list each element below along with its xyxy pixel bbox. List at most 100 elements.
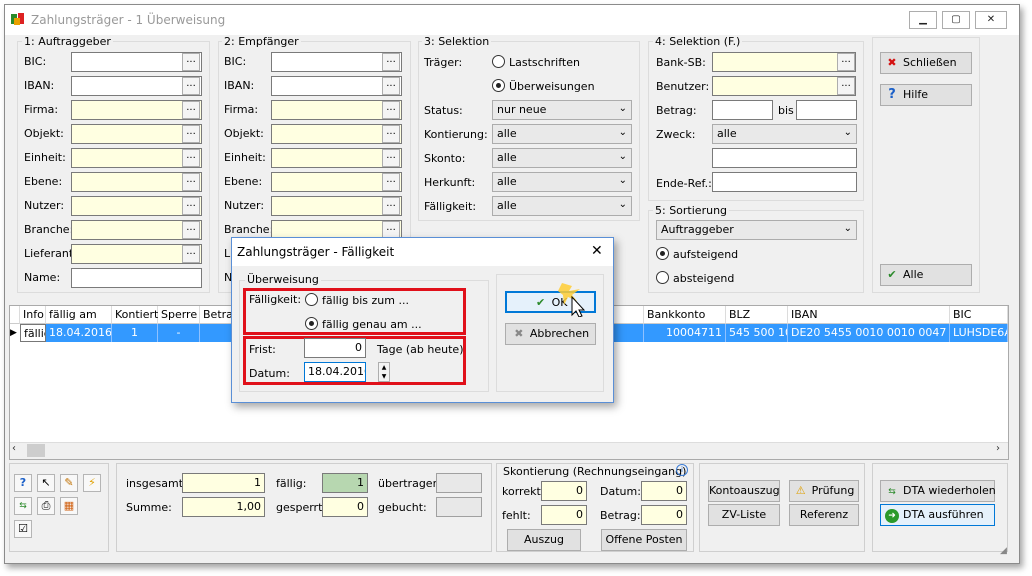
bank-sb-lookup-button[interactable]: ... — [837, 53, 855, 71]
table-cell-betrag[interactable] — [200, 324, 232, 342]
dta-wiederholen-button[interactable]: ⇆ DTA wiederholen — [880, 480, 996, 502]
lightning-icon[interactable]: ⚡ — [83, 474, 101, 492]
frist-input[interactable]: 0 — [304, 338, 366, 358]
empfaenger-ebene-lookup-button[interactable]: ... — [382, 173, 400, 191]
auftraggeber-einheit-lookup-button[interactable]: ... — [182, 149, 200, 167]
cancel-icon: ✖ — [514, 327, 524, 340]
bank-sb-input[interactable] — [712, 52, 856, 72]
auftraggeber-lieferant-lookup-button[interactable]: ... — [182, 245, 200, 263]
zweck-select[interactable]: alle ⌄ — [712, 124, 857, 144]
table-header-blz[interactable]: BLZ — [726, 306, 788, 324]
skonto-select[interactable]: alle ⌄ — [492, 148, 632, 168]
skontierung-title: Skontierung (Rechnungseingang) — [503, 465, 687, 478]
grid-icon[interactable]: ▦ — [60, 497, 78, 515]
zweck-text-input[interactable] — [712, 148, 857, 168]
radio-lastschriften[interactable] — [492, 55, 505, 68]
abbrechen-button[interactable]: ✖ Abbrechen — [505, 323, 596, 345]
resize-grip-icon[interactable]: ◢ — [1000, 546, 1007, 556]
table-cell-bankkonto[interactable]: 10004711 — [644, 324, 726, 342]
radio-lastschriften-label: Lastschriften — [509, 56, 580, 69]
auftraggeber-bic-label: BIC: — [24, 55, 47, 68]
benutzer-lookup-button[interactable]: ... — [837, 77, 855, 95]
kontierung-select[interactable]: alle ⌄ — [492, 124, 632, 144]
help-icon[interactable]: ? — [14, 474, 32, 492]
auftraggeber-bic-lookup-button[interactable]: ... — [182, 53, 200, 71]
sortierung-select[interactable]: Auftraggeber ⌄ — [656, 220, 857, 240]
radio-faellig-bis[interactable] — [305, 293, 318, 306]
maximize-button[interactable]: ▢ — [942, 11, 970, 29]
refresh-arrows-icon[interactable]: ⇆ — [14, 497, 32, 515]
close-window-button[interactable]: ✕ — [975, 11, 1007, 29]
table-cell-info[interactable]: fällig — [20, 324, 46, 342]
radio-ueberweisungen[interactable] — [492, 79, 505, 92]
check-icon: ✔ — [535, 296, 546, 309]
datum-input[interactable]: 18.04.2016 — [304, 362, 366, 382]
kontoauszug-button[interactable]: Kontoauszug — [708, 480, 780, 502]
scroll-left-icon[interactable]: ‹ — [12, 443, 16, 454]
radio-aufsteigend[interactable] — [656, 247, 669, 260]
printer-icon[interactable]: ⎙ — [37, 497, 55, 515]
table-header-bic[interactable]: BIC — [950, 306, 1008, 324]
auftraggeber-ebene-lookup-button[interactable]: ... — [182, 173, 200, 191]
close-icon: ✖ — [887, 56, 897, 69]
auftraggeber-branche-lookup-button[interactable]: ... — [182, 221, 200, 239]
auftraggeber-ebene-label: Ebene: — [24, 175, 63, 188]
betrag-to-input[interactable] — [796, 100, 857, 120]
zv-liste-button[interactable]: ZV-Liste — [708, 504, 780, 526]
auftraggeber-name-input[interactable] — [71, 268, 202, 288]
pruefung-button[interactable]: ⚠ Prüfung — [789, 480, 859, 502]
info-icon[interactable]: i — [676, 464, 688, 476]
empfaenger-firma-lookup-button[interactable]: ... — [382, 101, 400, 119]
empfaenger-einheit-lookup-button[interactable]: ... — [382, 149, 400, 167]
betrag-from-input[interactable] — [712, 100, 773, 120]
hilfe-button[interactable]: ? Hilfe — [880, 84, 972, 106]
auftraggeber-iban-lookup-button[interactable]: ... — [182, 77, 200, 95]
empfaenger-objekt-label: Objekt: — [224, 127, 264, 140]
faellig-value: 1 — [322, 473, 368, 493]
table-header-sperre[interactable]: Sperre — [158, 306, 200, 324]
warning-icon: ⚠ — [795, 484, 806, 497]
scroll-thumb[interactable] — [27, 444, 45, 457]
table-cell-iban[interactable]: DE20 5455 0010 0010 0047 11 — [788, 324, 950, 342]
table-header-faellig-am[interactable]: fällig am — [46, 306, 112, 324]
ende-ref-input[interactable] — [712, 172, 857, 192]
auftraggeber-iban-label: IBAN: — [24, 79, 55, 92]
minimize-button[interactable]: ▁ — [909, 11, 937, 29]
radio-faellig-genau[interactable] — [305, 317, 318, 330]
table-header-info[interactable]: Info — [20, 306, 46, 324]
benutzer-input[interactable] — [712, 76, 856, 96]
auszug-button[interactable]: Auszug — [507, 529, 581, 551]
table-cell-faellig-am[interactable]: 18.04.2016 — [46, 324, 112, 342]
table-cell-blz[interactable]: 545 500 10 — [726, 324, 788, 342]
datum-spinner[interactable]: ▲ ▼ — [378, 362, 390, 382]
faelligkeit-select[interactable]: alle ⌄ — [492, 196, 632, 216]
alle-button[interactable]: ✔ Alle — [880, 264, 972, 286]
schliessen-button[interactable]: ✖ Schließen — [880, 52, 972, 74]
table-header-betrag[interactable]: Betrag — [200, 306, 240, 324]
herkunft-select[interactable]: alle ⌄ — [492, 172, 632, 192]
table-header-iban[interactable]: IBAN — [788, 306, 950, 324]
auftraggeber-nutzer-lookup-button[interactable]: ... — [182, 197, 200, 215]
horizontal-scrollbar[interactable] — [10, 442, 1008, 459]
offene-posten-button[interactable]: Offene Posten — [601, 529, 687, 551]
dialog-close-icon[interactable]: ✕ — [591, 243, 603, 259]
empfaenger-iban-lookup-button[interactable]: ... — [382, 77, 400, 95]
auftraggeber-firma-lookup-button[interactable]: ... — [182, 101, 200, 119]
auftraggeber-objekt-lookup-button[interactable]: ... — [182, 125, 200, 143]
table-cell-bic[interactable]: LUHSDE6A — [950, 324, 1008, 342]
checkbox-icon[interactable]: ☑ — [14, 520, 32, 538]
pencil-icon[interactable]: ✎ — [60, 474, 78, 492]
status-select[interactable]: nur neue ⌄ — [492, 100, 632, 120]
table-header-bankkonto[interactable]: Bankkonto — [644, 306, 726, 324]
dta-ausfuehren-button[interactable]: ➜ DTA ausführen — [880, 504, 995, 526]
pointer-icon[interactable]: ↖ — [37, 474, 55, 492]
table-header-kontiert[interactable]: Kontiert — [112, 306, 158, 324]
table-cell-sperre[interactable]: - — [158, 324, 200, 342]
empfaenger-bic-lookup-button[interactable]: ... — [382, 53, 400, 71]
referenz-button[interactable]: Referenz — [789, 504, 859, 526]
scroll-right-icon[interactable]: › — [996, 443, 1000, 454]
table-cell-kontiert[interactable]: 1 — [112, 324, 158, 342]
empfaenger-nutzer-lookup-button[interactable]: ... — [382, 197, 400, 215]
radio-absteigend[interactable] — [656, 271, 669, 284]
empfaenger-objekt-lookup-button[interactable]: ... — [382, 125, 400, 143]
